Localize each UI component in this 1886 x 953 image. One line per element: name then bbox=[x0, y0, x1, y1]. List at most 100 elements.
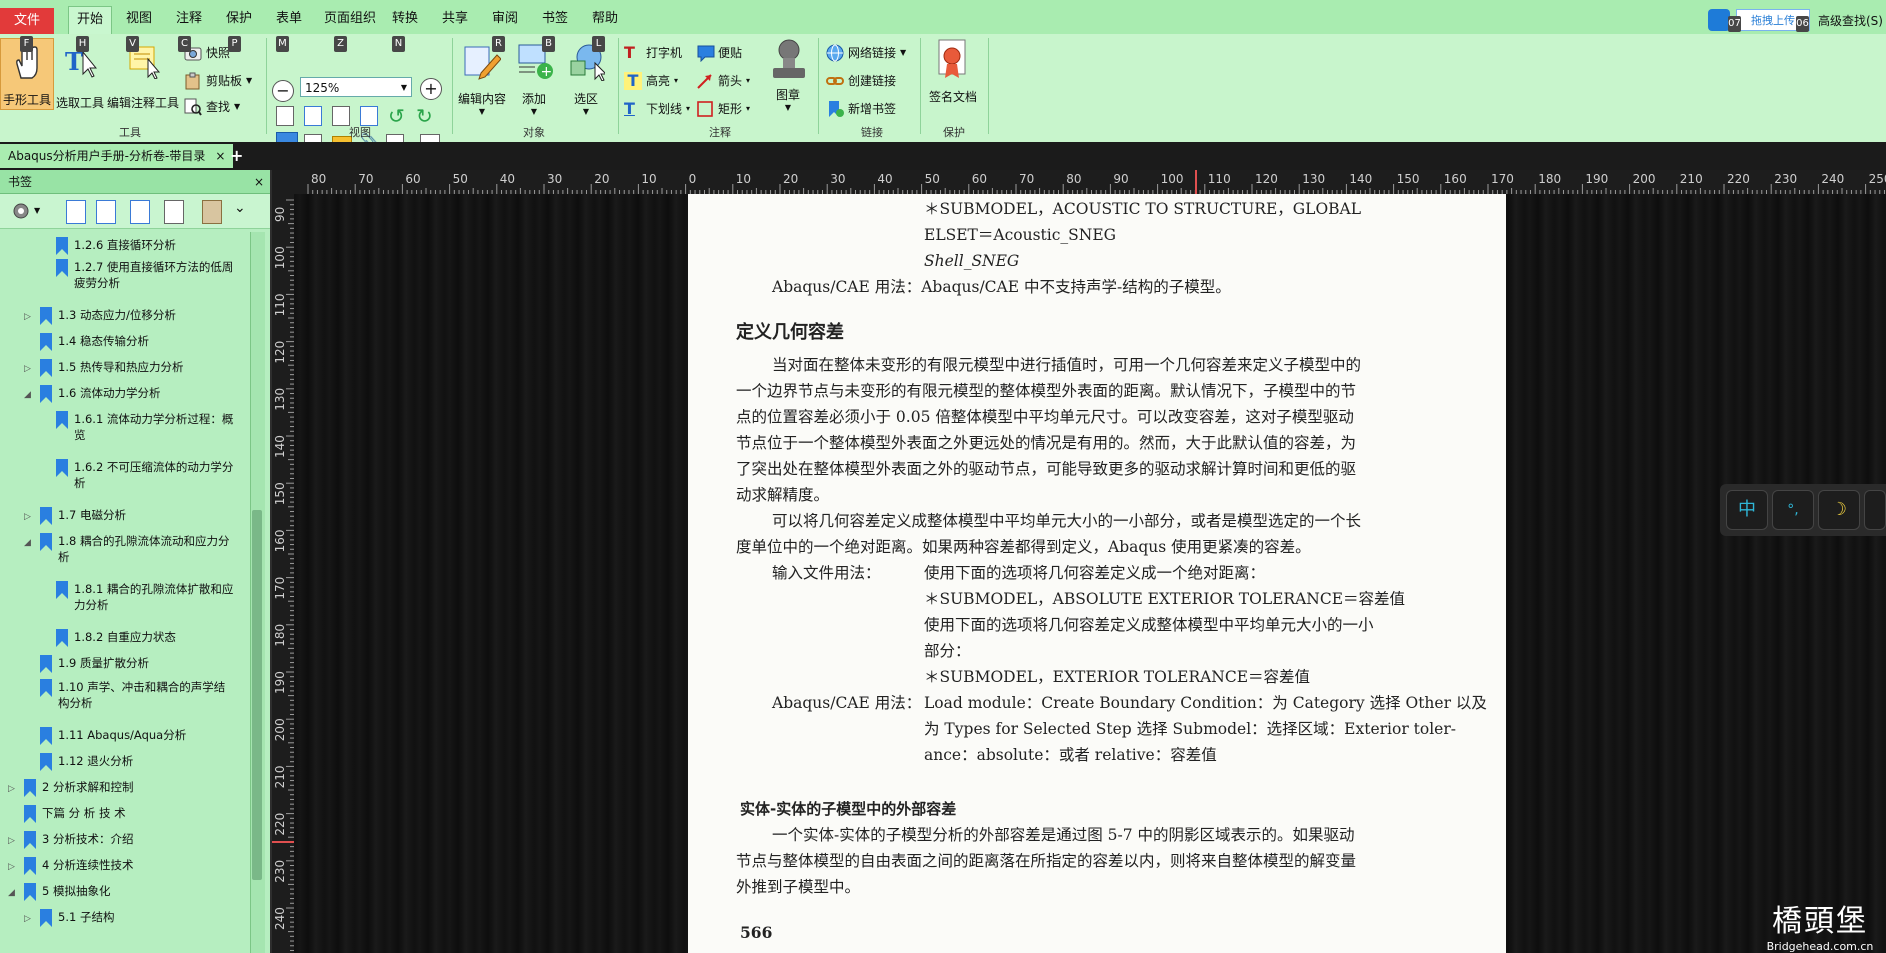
create-link-button[interactable]: 创建链接 bbox=[826, 70, 896, 92]
page-line: 使用下面的选项将几何容差定义成整体模型中平均单元大小的一小 bbox=[924, 616, 1374, 634]
close-icon[interactable]: × bbox=[215, 144, 225, 168]
bookmark-icon bbox=[24, 883, 36, 901]
menu-review[interactable]: 审阅 bbox=[484, 8, 526, 30]
zoom-in-icon[interactable]: + bbox=[420, 78, 442, 100]
typewriter-button[interactable]: T 打字机 bbox=[624, 42, 682, 64]
gear-icon[interactable] bbox=[10, 200, 32, 222]
clipboard-button[interactable]: 剪贴板 ▼ bbox=[184, 70, 252, 92]
edit-annotation-label: 编辑注释工具 bbox=[106, 96, 179, 110]
menu-protect[interactable]: 保护 bbox=[218, 8, 260, 30]
expand-arrow-icon[interactable]: ▷ bbox=[8, 834, 18, 849]
menu-share[interactable]: 共享 bbox=[434, 8, 476, 30]
menu-help[interactable]: 帮助 bbox=[584, 8, 626, 30]
expand-arrow-icon[interactable]: ▷ bbox=[8, 782, 18, 797]
document-tab-title: Abaqus分析用户手册-分析卷-带目录 bbox=[8, 149, 206, 163]
ime-more-button[interactable] bbox=[1864, 490, 1886, 530]
chevron-down-icon: ▼ bbox=[900, 48, 907, 57]
ime-punctuation-toggle[interactable]: °, bbox=[1772, 490, 1814, 530]
menu-bookmark[interactable]: 书签 bbox=[534, 8, 576, 30]
fit-page-icon[interactable] bbox=[304, 106, 322, 126]
expand-arrow-icon[interactable]: ▷ bbox=[24, 310, 34, 325]
page-line: 外推到子模型中。 bbox=[736, 878, 861, 896]
bookmark-item-label-line2: 构分析 bbox=[58, 696, 93, 710]
edit-annotation-tool-button[interactable]: 编辑注释工具 bbox=[106, 38, 180, 111]
page-line: 部分： bbox=[924, 642, 971, 660]
ruler-label: 140 bbox=[273, 435, 287, 458]
bookmark-item-label: 1.8 耦合的孔隙流体流动和应力分 bbox=[58, 534, 230, 548]
menu-comment[interactable]: 注释 bbox=[168, 8, 210, 30]
watermark-logo-text: 橋頭堡 bbox=[1772, 904, 1868, 939]
rotate-right-icon[interactable]: ↻ bbox=[416, 104, 433, 128]
menu-view[interactable]: 视图 bbox=[118, 8, 160, 30]
bookmark-item-label: 1.9 质量扩散分析 bbox=[58, 656, 149, 670]
collapse-arrow-icon[interactable]: ◢ bbox=[24, 536, 34, 551]
fit-visible-icon[interactable] bbox=[360, 106, 378, 126]
web-link-button[interactable]: 网络链接 ▼ bbox=[826, 42, 906, 64]
bookmark-tree: 1.2.6 直接循环分析 1.2.7 使用直接循环方法的低周 疲劳分析 ▷ 1.3 动态… bbox=[0, 232, 250, 953]
arrow-label: 箭头 bbox=[718, 74, 743, 88]
chevron-down-icon[interactable]: ▼ bbox=[34, 206, 40, 215]
web-link-label: 网络链接 bbox=[848, 46, 897, 60]
expand-arrow-icon[interactable]: ▷ bbox=[24, 912, 34, 927]
chevron-down-icon: ▾ bbox=[674, 76, 679, 85]
new-tab-button[interactable]: + bbox=[230, 146, 243, 165]
highlight-button[interactable]: T 高亮 ▾ bbox=[624, 70, 678, 92]
chevron-down-icon: ▼ bbox=[246, 76, 253, 85]
ruler-label: 150 bbox=[273, 482, 287, 505]
ruler-label: 10 bbox=[641, 172, 656, 186]
ime-toolbar: 中 °, ☽ bbox=[1720, 484, 1886, 536]
menu-form[interactable]: 表单 bbox=[268, 8, 310, 30]
bookmark-icon bbox=[24, 805, 36, 823]
expand-arrow-icon[interactable]: ▷ bbox=[24, 510, 34, 525]
advanced-search-button[interactable]: 高级查找(S) bbox=[1818, 12, 1883, 29]
chevron-down-icon: ▾ bbox=[686, 104, 691, 113]
menu-file[interactable]: 文件 bbox=[0, 8, 55, 34]
group-label-objects: 对象 bbox=[523, 126, 545, 139]
note-icon bbox=[696, 44, 715, 63]
bookmark-item-label-line2: 疲劳分析 bbox=[74, 276, 120, 290]
pdf-page[interactable]: ＊SUBMODEL，ACOUSTIC TO STRUCTURE，GLOBAL E… bbox=[688, 194, 1506, 953]
underline-button[interactable]: T 下划线 ▾ bbox=[624, 98, 690, 120]
ime-mode-icon[interactable]: ☽ bbox=[1818, 490, 1860, 530]
bookmark-icon bbox=[56, 629, 68, 647]
expand-arrow-icon[interactable]: ▷ bbox=[24, 362, 34, 377]
bookmark-add-icon[interactable] bbox=[130, 200, 150, 224]
ruler-label: 190 bbox=[273, 671, 287, 694]
document-tab[interactable]: Abaqus分析用户手册-分析卷-带目录 × bbox=[0, 144, 234, 168]
note-button[interactable]: 便贴 bbox=[696, 42, 742, 64]
chevron-double-down-icon[interactable]: ⌄ bbox=[234, 200, 246, 216]
upload-icon[interactable] bbox=[1708, 9, 1730, 31]
bookmark-item-label-line2: 析 bbox=[74, 476, 86, 490]
keytip: F bbox=[20, 36, 33, 52]
rotate-left-icon[interactable]: ↺ bbox=[388, 104, 405, 128]
collapse-arrow-icon[interactable]: ◢ bbox=[24, 388, 34, 403]
bookmark-properties-icon[interactable] bbox=[164, 200, 184, 224]
bookmark-collapse-icon[interactable] bbox=[96, 200, 116, 224]
zoom-out-icon[interactable]: − bbox=[272, 80, 294, 102]
stamp-button[interactable]: 图章 ▼ bbox=[762, 38, 814, 112]
ruler-label: 170 bbox=[273, 577, 287, 600]
add-bookmark-button[interactable]: 新增书签 bbox=[826, 98, 896, 120]
ruler-label: 240 bbox=[1821, 172, 1844, 186]
menu-convert[interactable]: 转换 bbox=[384, 8, 426, 30]
bookmark-expand-icon[interactable] bbox=[66, 200, 86, 224]
arrow-button[interactable]: 箭头 ▾ bbox=[696, 70, 750, 92]
close-icon[interactable]: × bbox=[254, 170, 264, 194]
scrollbar-thumb[interactable] bbox=[252, 510, 262, 880]
expand-arrow-icon[interactable]: ▷ bbox=[8, 860, 18, 875]
single-page-icon[interactable] bbox=[276, 106, 294, 126]
rectangle-button[interactable]: 矩形 ▾ bbox=[696, 98, 750, 120]
menu-page-organize[interactable]: 页面组织 bbox=[316, 8, 384, 30]
group-separator bbox=[452, 38, 453, 134]
trash-icon[interactable] bbox=[202, 200, 222, 224]
collapse-arrow-icon[interactable]: ◢ bbox=[8, 886, 18, 901]
menu-home[interactable]: 开始 bbox=[68, 6, 113, 35]
find-button[interactable]: 查找 ▼ bbox=[184, 96, 240, 118]
zoom-select[interactable]: 125% ▼ bbox=[300, 77, 412, 97]
ime-chinese-toggle[interactable]: 中 bbox=[1726, 490, 1768, 530]
sign-document-button[interactable]: 签名文档 bbox=[924, 38, 982, 105]
ruler-label: 250 bbox=[1869, 172, 1886, 186]
ruler-label: 100 bbox=[1161, 172, 1184, 186]
chevron-down-icon: ▼ bbox=[478, 107, 486, 116]
fit-width-icon[interactable] bbox=[332, 106, 350, 126]
